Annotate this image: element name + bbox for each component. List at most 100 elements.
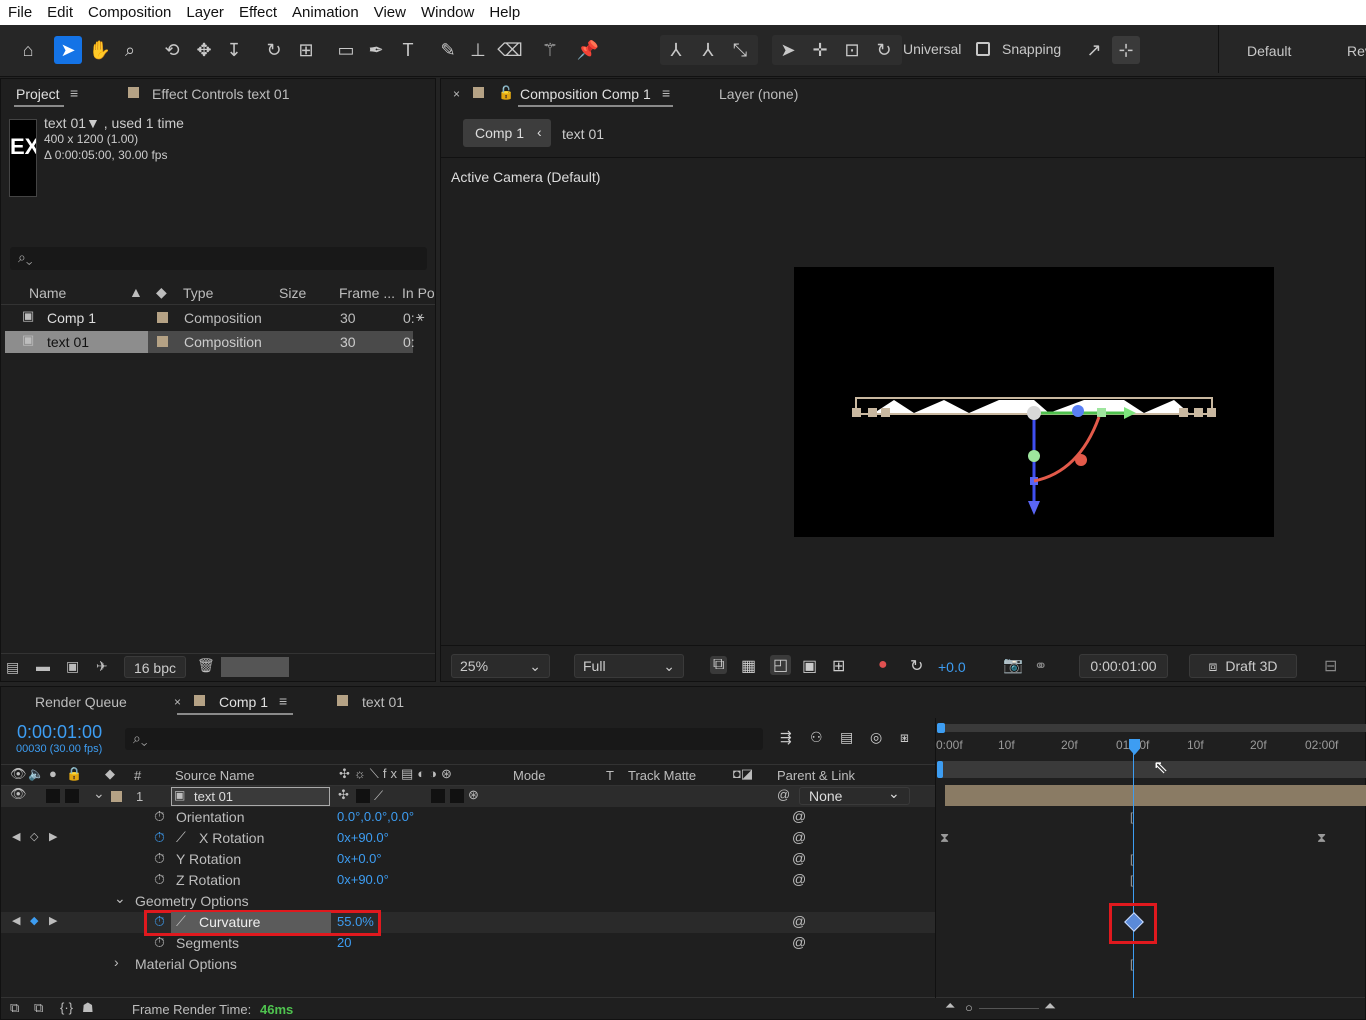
- render-icon[interactable]: ✈: [96, 658, 108, 675]
- timeline-search-input[interactable]: ⌕⌄: [125, 728, 763, 750]
- project-item-row-selected[interactable]: ▣ text 01 Composition 30 0:: [5, 331, 415, 353]
- expression-pickwhip-icon[interactable]: @: [792, 850, 806, 866]
- lock-icon[interactable]: 🔒: [66, 766, 82, 782]
- transfer-controls-toggle-icon[interactable]: ⧉: [34, 1000, 43, 1016]
- resolution-dropdown[interactable]: Full ⌄: [574, 654, 684, 678]
- snapping-checkbox[interactable]: [976, 42, 990, 56]
- col-size[interactable]: Size: [279, 285, 306, 301]
- tab-render-queue[interactable]: Render Queue: [35, 694, 127, 710]
- view-axis-icon[interactable]: ⤡: [726, 36, 754, 64]
- tab-project[interactable]: Project: [16, 86, 60, 102]
- new-comp-icon[interactable]: ▣: [66, 658, 79, 675]
- label-tag-icon[interactable]: ◆: [105, 766, 115, 782]
- roto-brush-icon[interactable]: ⚚: [536, 36, 564, 64]
- property-orientation[interactable]: ⏱ Orientation 0.0°,0.0°,0.0° @: [1, 807, 936, 828]
- expression-pickwhip-icon[interactable]: @: [792, 934, 806, 950]
- keyframe-end-icon[interactable]: ⧗: [1317, 830, 1326, 846]
- channel-icon[interactable]: ●: [878, 656, 888, 674]
- menu-window[interactable]: Window: [413, 4, 481, 21]
- exposure-value[interactable]: +0.0: [938, 659, 966, 675]
- expression-pickwhip-icon[interactable]: @: [792, 829, 806, 845]
- tab-text01[interactable]: text 01: [362, 694, 404, 710]
- quality-line-icon[interactable]: ⟋: [374, 788, 383, 804]
- current-time-display[interactable]: 0:00:01:00: [17, 722, 102, 743]
- show-snapshot-icon[interactable]: ⚭: [1034, 656, 1047, 676]
- item-name-info[interactable]: text 01▼ , used 1 time: [44, 115, 184, 131]
- property-z-rotation[interactable]: ⏱ Z Rotation 0x+90.0° @: [1, 870, 936, 891]
- breadcrumb-comp1[interactable]: Comp 1 ‹: [463, 119, 551, 147]
- layer-switches-icon[interactable]: ✣☼⟍fx▤◐◑⊛: [339, 766, 456, 782]
- shy-layers-icon[interactable]: ⚇: [810, 729, 823, 746]
- anchor-tool-icon[interactable]: ⊞: [292, 36, 320, 64]
- stopwatch-icon[interactable]: ⏱: [154, 850, 165, 867]
- panel-menu-icon[interactable]: ≡: [70, 85, 78, 101]
- project-item-row[interactable]: ▣ Comp 1 Composition 30 0:: [5, 307, 415, 329]
- lock-icon[interactable]: 🔓: [498, 85, 514, 101]
- collapse-transform-icon[interactable]: ✣: [338, 787, 349, 803]
- render-time-toggle-icon[interactable]: ☗: [82, 1000, 94, 1016]
- property-value[interactable]: 20: [337, 935, 351, 950]
- stopwatch-icon[interactable]: ⏱: [154, 871, 165, 888]
- menu-view[interactable]: View: [366, 4, 413, 21]
- snap-option-icon[interactable]: ↗: [1080, 36, 1108, 64]
- 3d-view-layout-icon[interactable]: ⊟: [1324, 656, 1337, 676]
- selection-tool-icon[interactable]: ➤: [54, 36, 82, 64]
- snapshot-camera-icon[interactable]: 📷: [1003, 655, 1023, 675]
- panel-menu-icon[interactable]: ≡: [279, 693, 287, 709]
- local-axis-icon[interactable]: ⅄: [662, 36, 690, 64]
- snap-grid-icon[interactable]: ⊹: [1112, 36, 1140, 64]
- fast-preview-icon[interactable]: ⧉: [710, 656, 728, 674]
- property-value[interactable]: 0x+90.0°: [337, 872, 389, 887]
- col-track-matte[interactable]: Track Matte: [628, 768, 696, 783]
- tab-effect-controls[interactable]: Effect Controls text 01: [152, 86, 289, 102]
- prev-keyframe-icon[interactable]: ◀: [12, 830, 20, 843]
- region-of-interest-icon[interactable]: ▣: [802, 656, 817, 676]
- property-y-rotation[interactable]: ⏱ Y Rotation 0x+0.0° @: [1, 849, 936, 870]
- new-folder-icon[interactable]: ▬: [36, 658, 50, 674]
- property-value[interactable]: 55.0%: [337, 914, 374, 929]
- graph-icon[interactable]: ⟋: [176, 829, 186, 846]
- zoom-tool-icon[interactable]: ⌕: [116, 36, 144, 64]
- stopwatch-active-icon[interactable]: ⏱: [154, 913, 165, 930]
- motion-blur-toggle[interactable]: [450, 789, 464, 803]
- bit-depth-button[interactable]: 16 bpc: [124, 656, 186, 678]
- tab-layer[interactable]: Layer (none): [719, 86, 798, 102]
- reset-exposure-icon[interactable]: ↻: [910, 656, 923, 676]
- in-out-toggle-icon[interactable]: {·}: [60, 1000, 73, 1015]
- next-keyframe-icon[interactable]: ▶: [49, 914, 57, 927]
- expression-pickwhip-icon[interactable]: @: [792, 913, 806, 929]
- close-icon[interactable]: ×: [453, 87, 460, 101]
- work-area-start-handle[interactable]: [937, 723, 945, 733]
- orbit-camera-icon[interactable]: ⟲: [158, 36, 186, 64]
- chevron-down-icon[interactable]: ⌄: [114, 890, 126, 907]
- prev-keyframe-icon[interactable]: ◀: [12, 914, 20, 927]
- motion-blur-icon[interactable]: ◎: [870, 729, 882, 746]
- pickwhip-icon[interactable]: @: [777, 787, 790, 802]
- stopwatch-icon[interactable]: ⏱: [154, 808, 165, 825]
- pan-camera-icon[interactable]: ✥: [190, 36, 218, 64]
- audio-icon[interactable]: 🔈: [28, 766, 44, 782]
- zoom-in-icon[interactable]: ⏶: [1044, 998, 1056, 1015]
- zoom-slider-handle[interactable]: ○: [965, 1000, 973, 1015]
- chevron-down-icon[interactable]: ⌄: [93, 785, 105, 802]
- puppet-pin-icon[interactable]: 📌: [574, 36, 602, 64]
- snapping-label[interactable]: Snapping: [1002, 41, 1061, 57]
- keyframe-start-icon[interactable]: ⧗: [940, 830, 949, 846]
- menu-animation[interactable]: Animation: [284, 4, 366, 21]
- property-value[interactable]: 0x+0.0°: [337, 851, 382, 866]
- workspace-default[interactable]: Default: [1247, 43, 1291, 59]
- gizmo-select-icon[interactable]: ➤: [774, 36, 802, 64]
- home-icon[interactable]: ⌂: [14, 36, 42, 64]
- property-group-material[interactable]: › Material Options: [1, 954, 936, 975]
- menu-edit[interactable]: Edit: [39, 4, 80, 21]
- close-icon[interactable]: ×: [174, 695, 181, 709]
- flowchart-icon[interactable]: ⚹: [416, 308, 424, 325]
- expression-pickwhip-icon[interactable]: @: [792, 871, 806, 887]
- gizmo-rotate-icon[interactable]: ↻: [870, 36, 898, 64]
- solo-icon[interactable]: ●: [49, 766, 57, 781]
- chevron-right-icon[interactable]: ›: [114, 954, 119, 970]
- stopwatch-icon[interactable]: ⏱: [154, 934, 165, 951]
- clone-stamp-icon[interactable]: ⊥: [464, 36, 492, 64]
- stopwatch-active-icon[interactable]: ⏱: [154, 829, 165, 846]
- universal-label[interactable]: Universal: [903, 41, 961, 57]
